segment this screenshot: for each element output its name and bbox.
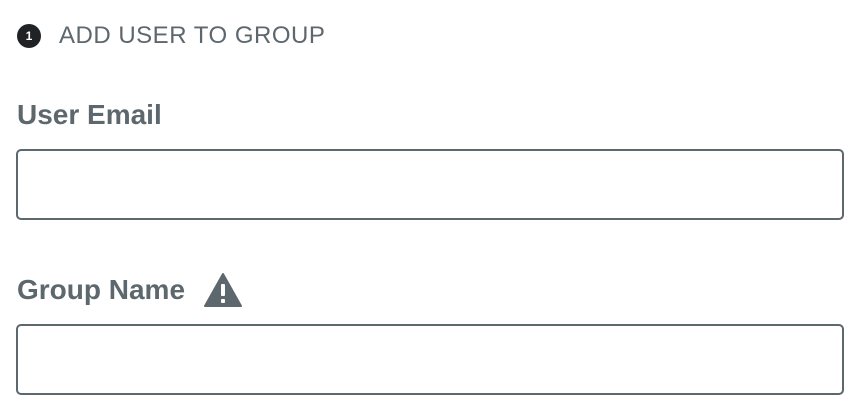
group-name-input[interactable] — [16, 324, 844, 395]
group-name-label-text: Group Name — [17, 274, 186, 305]
user-email-label-text: User Email — [17, 99, 162, 130]
user-email-input[interactable] — [16, 149, 844, 220]
warning-icon — [203, 272, 243, 308]
group-name-label: Group Name — [17, 270, 243, 310]
user-email-label: User Email — [17, 95, 162, 135]
step-number-badge: 1 — [17, 24, 41, 48]
step-header: 1 ADD USER TO GROUP — [17, 20, 325, 52]
step-title: ADD USER TO GROUP — [59, 22, 326, 49]
